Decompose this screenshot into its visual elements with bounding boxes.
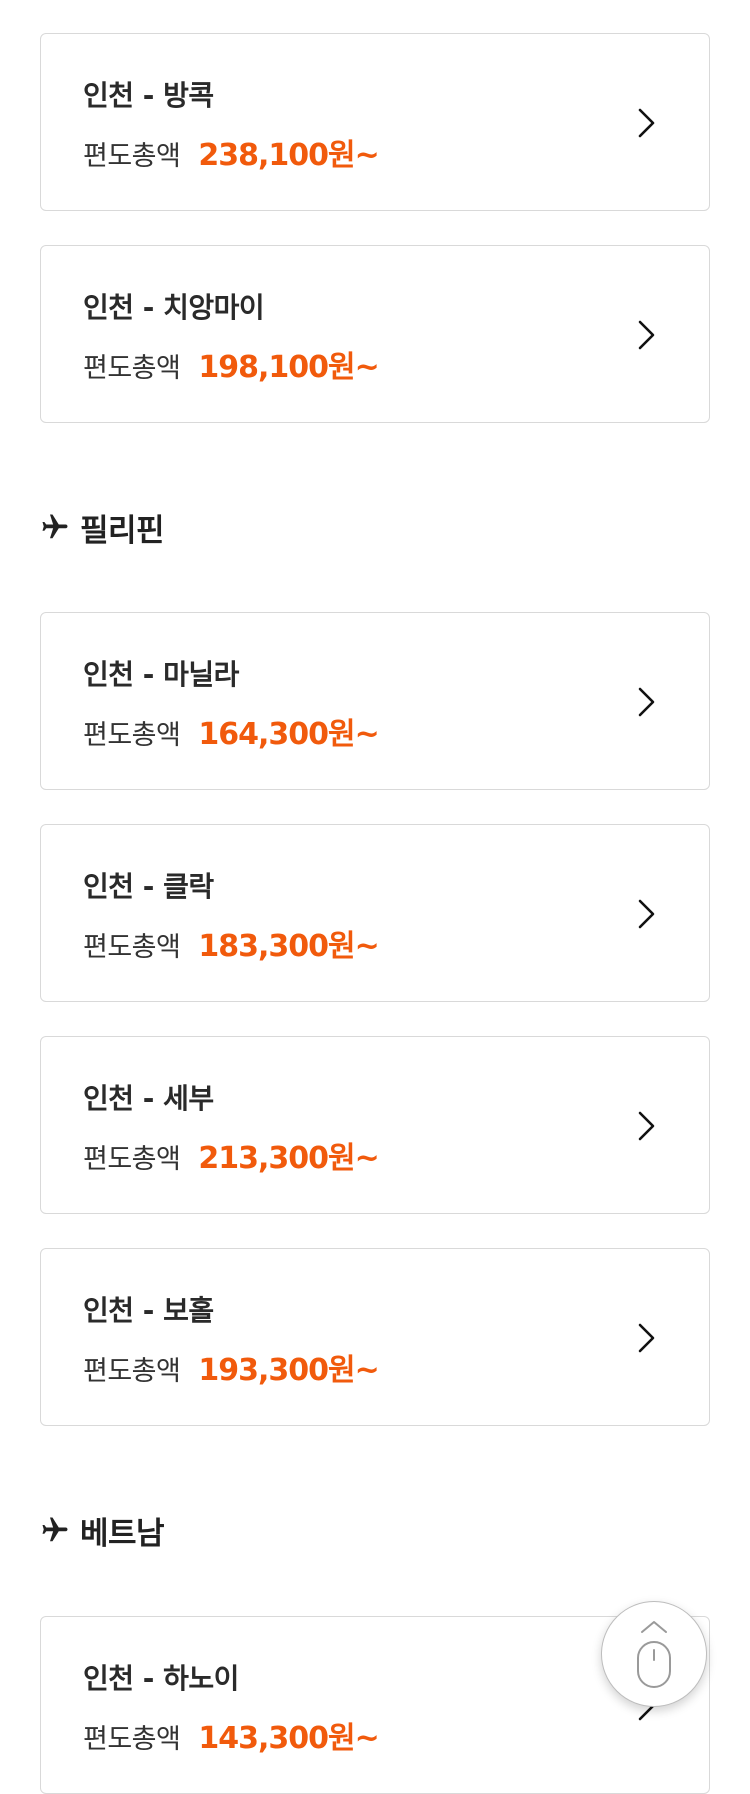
chevron-right-icon <box>638 687 655 717</box>
chevron-right-icon <box>638 1111 655 1141</box>
route-card-clark[interactable]: 인천 - 클락 편도총액 183,300원~ <box>40 824 710 1002</box>
fare-row: 편도총액 198,100원~ <box>83 342 380 386</box>
route-card-cebu[interactable]: 인천 - 세부 편도총액 213,300원~ <box>40 1036 710 1214</box>
route-name: 인천 - 방콕 <box>83 79 214 112</box>
fare-price: 164,300원~ <box>198 717 379 752</box>
route-card-chiang-mai[interactable]: 인천 - 치앙마이 편도총액 198,100원~ <box>40 245 710 423</box>
fare-row: 편도총액 193,300원~ <box>83 1345 380 1389</box>
chevron-right-icon <box>638 899 655 929</box>
section-title-vietnam: 베트남 <box>40 1508 165 1552</box>
section-title-text: 베트남 <box>80 1515 165 1552</box>
route-name: 인천 - 클락 <box>83 870 214 903</box>
fare-row: 편도총액 164,300원~ <box>83 709 380 753</box>
fare-row: 편도총액 238,100원~ <box>83 130 380 174</box>
fare-label: 편도총액 <box>83 1724 181 1755</box>
fare-price: 238,100원~ <box>198 138 379 173</box>
fare-label: 편도총액 <box>83 353 181 384</box>
airplane-icon <box>42 1517 68 1542</box>
fare-price: 143,300원~ <box>198 1721 379 1756</box>
section-title-philippines: 필리핀 <box>40 505 165 549</box>
route-card-manila[interactable]: 인천 - 마닐라 편도총액 164,300원~ <box>40 612 710 790</box>
route-name: 인천 - 하노이 <box>83 1662 239 1695</box>
fare-price: 183,300원~ <box>198 929 379 964</box>
scroll-to-top-button[interactable] <box>601 1601 707 1707</box>
fare-row: 편도총액 213,300원~ <box>83 1133 380 1177</box>
route-card-bohol[interactable]: 인천 - 보홀 편도총액 193,300원~ <box>40 1248 710 1426</box>
chevron-right-icon <box>638 108 655 138</box>
fare-label: 편도총액 <box>83 932 181 963</box>
fare-price: 198,100원~ <box>198 350 379 385</box>
route-name: 인천 - 마닐라 <box>83 658 239 691</box>
fare-row: 편도총액 183,300원~ <box>83 921 380 965</box>
fare-label: 편도총액 <box>83 720 181 751</box>
airplane-icon <box>42 514 68 539</box>
route-name: 인천 - 세부 <box>83 1082 214 1115</box>
chevron-right-icon <box>638 1323 655 1353</box>
fare-label: 편도총액 <box>83 1356 181 1387</box>
chevron-right-icon <box>638 320 655 350</box>
mouse-scroll-top-icon <box>637 1621 671 1688</box>
fare-price: 213,300원~ <box>198 1141 379 1176</box>
fare-label: 편도총액 <box>83 1144 181 1175</box>
route-name: 인천 - 치앙마이 <box>83 291 265 324</box>
fare-price: 193,300원~ <box>198 1353 379 1388</box>
fare-label: 편도총액 <box>83 141 181 172</box>
section-title-text: 필리핀 <box>80 512 165 549</box>
fare-row: 편도총액 143,300원~ <box>83 1713 380 1757</box>
route-card-bangkok[interactable]: 인천 - 방콕 편도총액 238,100원~ <box>40 33 710 211</box>
route-name: 인천 - 보홀 <box>83 1294 214 1327</box>
